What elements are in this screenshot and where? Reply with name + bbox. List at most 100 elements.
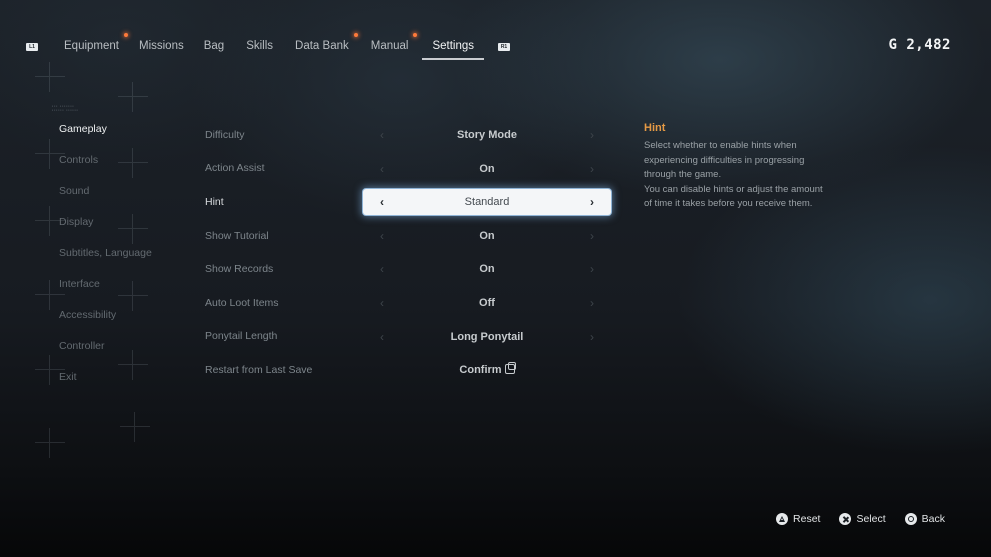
settings-category-list: Gameplay Controls Sound Display Subtitle…	[59, 118, 152, 397]
select-button[interactable]: Select	[839, 513, 886, 525]
setting-row-show-tutorial[interactable]: Show Tutorial ‹ On ›	[205, 219, 611, 253]
sidebar-item-exit[interactable]: Exit	[59, 366, 152, 397]
notification-dot-icon	[123, 33, 128, 37]
chevron-left-icon[interactable]: ‹	[380, 330, 384, 344]
setting-label: Difficulty	[205, 128, 245, 141]
tab-manual[interactable]: Manual	[365, 33, 418, 58]
description-body: Select whether to enable hints when expe…	[644, 139, 854, 212]
chevron-left-icon[interactable]: ‹	[380, 296, 384, 310]
auto-loot-items-selector[interactable]: ‹ Off ›	[363, 290, 611, 316]
confirm-button[interactable]: Confirm	[363, 361, 611, 376]
reset-label: Reset	[793, 513, 821, 525]
chevron-left-icon[interactable]: ‹	[380, 162, 384, 176]
setting-value: On	[479, 162, 495, 175]
setting-value: Standard	[464, 196, 510, 209]
sidebar-item-controller[interactable]: Controller	[59, 335, 152, 366]
chevron-left-icon[interactable]: ‹	[380, 229, 384, 243]
tab-equipment[interactable]: Equipment	[58, 33, 128, 58]
chevron-right-icon[interactable]: ›	[590, 262, 594, 276]
setting-label: Show Tutorial	[205, 229, 269, 242]
setting-row-action-assist[interactable]: Action Assist ‹ On ›	[205, 152, 611, 186]
ponytail-length-selector[interactable]: ‹ Long Ponytail ›	[363, 324, 611, 350]
setting-label: Auto Loot Items	[205, 296, 279, 309]
chevron-right-icon[interactable]: ›	[590, 229, 594, 243]
button-prompts: Reset Select Back	[776, 513, 945, 525]
crosshair-decoration	[120, 412, 150, 442]
r1-button-icon[interactable]: R1	[498, 43, 511, 51]
sidebar-item-interface[interactable]: Interface	[59, 273, 152, 304]
decorative-caption: ▪▪▪ ▪▪▪▪▪▪▪ ▪▪▪▪▪▪ ▪▪▪▪▪▪	[52, 104, 79, 112]
setting-row-show-records[interactable]: Show Records ‹ On ›	[205, 252, 611, 286]
sidebar-item-controls[interactable]: Controls	[59, 149, 152, 180]
chevron-right-icon[interactable]: ›	[590, 330, 594, 344]
sidebar-item-subtitles-language[interactable]: Subtitles, Language	[59, 242, 152, 273]
l1-button-icon[interactable]: L1	[26, 43, 38, 51]
back-button[interactable]: Back	[904, 513, 945, 525]
confirm-label: Confirm	[459, 363, 502, 376]
tab-label: Bag	[203, 40, 225, 52]
setting-value: Story Mode	[457, 129, 517, 141]
show-records-selector[interactable]: ‹ On ›	[363, 256, 611, 282]
setting-row-auto-loot-items[interactable]: Auto Loot Items ‹ Off ›	[205, 286, 611, 320]
crosshair-decoration	[35, 62, 65, 92]
tab-skills[interactable]: Skills	[240, 36, 279, 58]
setting-value: On	[479, 263, 495, 276]
show-tutorial-selector[interactable]: ‹ On ›	[363, 223, 611, 249]
currency-display: G 2,482	[888, 37, 951, 53]
chevron-left-icon[interactable]: ‹	[380, 195, 384, 209]
setting-label: Show Records	[205, 263, 274, 276]
sidebar-item-gameplay[interactable]: Gameplay	[59, 118, 152, 149]
sidebar-item-accessibility[interactable]: Accessibility	[59, 304, 152, 335]
circle-button-icon	[904, 513, 917, 525]
select-label: Select	[856, 513, 886, 525]
currency-symbol: G	[888, 37, 898, 53]
tab-label: Equipment	[64, 40, 119, 52]
tab-label: Manual	[370, 40, 409, 52]
setting-row-restart-from-last-save[interactable]: Restart from Last Save Confirm	[205, 353, 611, 387]
setting-row-difficulty[interactable]: Difficulty ‹ Story Mode ›	[205, 118, 611, 152]
currency-amount: 2,482	[906, 37, 951, 53]
setting-label: Action Assist	[205, 162, 265, 175]
setting-value: On	[479, 229, 495, 242]
tab-bag[interactable]: Bag	[198, 36, 230, 58]
setting-value: Off	[479, 296, 495, 309]
tab-missions[interactable]: Missions	[133, 36, 190, 58]
tab-label: Data Bank	[295, 40, 349, 52]
setting-label: Restart from Last Save	[205, 363, 313, 376]
setting-row-hint[interactable]: Hint ‹ Standard ›	[205, 185, 611, 219]
chevron-right-icon[interactable]: ›	[590, 128, 594, 142]
crosshair-decoration	[35, 428, 65, 458]
triangle-button-icon	[776, 513, 789, 525]
action-assist-selector[interactable]: ‹ On ›	[363, 156, 611, 182]
chevron-right-icon[interactable]: ›	[590, 296, 594, 310]
external-window-icon	[504, 361, 516, 374]
sidebar-item-display[interactable]: Display	[59, 211, 152, 242]
setting-row-ponytail-length[interactable]: Ponytail Length ‹ Long Ponytail ›	[205, 320, 611, 354]
tab-label: Skills	[246, 40, 274, 52]
top-nav: L1 Equipment Missions Bag Skills Data Ba…	[26, 33, 511, 60]
description-line: experiencing difficulties in progressing	[644, 154, 805, 166]
sidebar-item-sound[interactable]: Sound	[59, 180, 152, 211]
gameplay-settings-list: Difficulty ‹ Story Mode › Action Assist …	[205, 118, 611, 387]
cross-button-icon	[839, 513, 852, 525]
chevron-left-icon[interactable]: ‹	[380, 128, 384, 142]
chevron-right-icon[interactable]: ›	[590, 195, 594, 209]
description-line: of time it takes before you receive them…	[644, 198, 813, 209]
tab-label: Settings	[432, 40, 475, 52]
difficulty-selector[interactable]: ‹ Story Mode ›	[363, 122, 611, 148]
description-line: Select whether to enable hints when	[644, 140, 797, 151]
crosshair-decoration	[118, 82, 148, 112]
back-label: Back	[921, 513, 945, 525]
reset-button[interactable]: Reset	[776, 513, 820, 525]
description-title: Hint	[644, 122, 666, 134]
notification-dot-icon	[413, 33, 418, 37]
hint-selector[interactable]: ‹ Standard ›	[363, 189, 611, 216]
description-line: You can disable hints or adjust the amou…	[644, 183, 823, 195]
tab-data-bank[interactable]: Data Bank	[289, 33, 358, 58]
setting-description-panel: Hint Select whether to enable hints when…	[644, 122, 854, 212]
chevron-right-icon[interactable]: ›	[590, 162, 594, 176]
tab-settings[interactable]: Settings	[422, 36, 484, 60]
chevron-left-icon[interactable]: ‹	[380, 262, 384, 276]
setting-label: Hint	[205, 195, 224, 208]
description-line: through the game.	[644, 169, 722, 180]
